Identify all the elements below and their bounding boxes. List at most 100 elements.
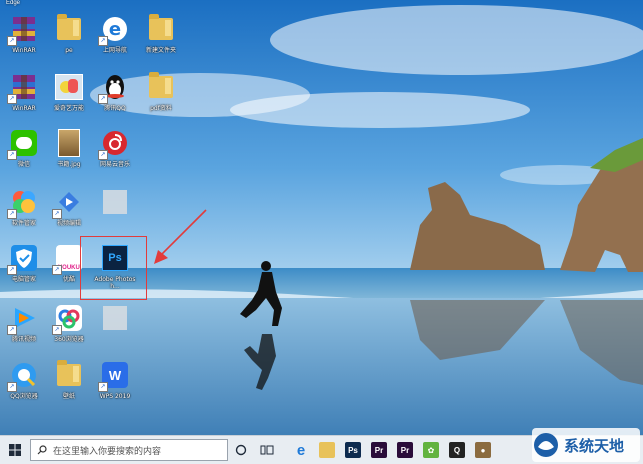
icon-folder-1[interactable]: pe — [47, 14, 91, 54]
svg-text:e: e — [109, 19, 121, 40]
watermark-logo: 系统天地 — [532, 428, 640, 462]
icon-folder-2[interactable]: 新建文件夹 — [139, 14, 183, 54]
shortcut-arrow-icon: ↗ — [7, 325, 17, 335]
folder-icon — [149, 72, 173, 98]
icon-label: 壁纸 — [62, 393, 75, 400]
icon-tile: ↗ — [98, 128, 130, 160]
shortcut-arrow-icon: ↗ — [52, 325, 62, 335]
watermark-text: 系统天地 — [564, 436, 625, 455]
icon-tile: ↗ — [52, 303, 84, 335]
icon-tencent-video[interactable]: ↗ 腾讯视频 — [2, 303, 46, 343]
taskbar-qq[interactable]: Q — [444, 436, 470, 464]
icon-netease-music[interactable]: ↗ 网易云音乐 — [93, 128, 137, 168]
icon-ie[interactable]: e ↗ 上网导航 — [93, 14, 137, 54]
icon-label: 书籍.jpg — [57, 161, 81, 168]
icon-tile: ↗ — [7, 128, 39, 160]
taskbar-avatar[interactable]: ● — [470, 436, 496, 464]
icon-tile: ↗ — [7, 243, 39, 275]
icon-label: 360浏览器 — [54, 336, 84, 343]
shortcut-arrow-icon: ↗ — [7, 265, 17, 275]
icon-label: pe — [65, 47, 73, 54]
search-box[interactable]: 在这里输入你要搜索的内容 — [30, 439, 228, 461]
taskbar-ps[interactable]: Ps — [340, 436, 366, 464]
taskbar-pr-2[interactable]: Pr — [392, 436, 418, 464]
icon-tile — [100, 303, 130, 333]
icon-360[interactable]: ↗ 360浏览器 — [47, 303, 91, 343]
icon-tile: ↗ — [7, 72, 39, 104]
icon-tile: ↗ — [7, 303, 39, 335]
taskbar-leaf-icon: ✿ — [423, 442, 439, 458]
icon-label: 爱奇艺万能 — [53, 105, 84, 112]
circle-icon — [235, 444, 247, 456]
start-button[interactable] — [0, 436, 30, 464]
icon-tile: e ↗ — [98, 14, 130, 46]
shortcut-arrow-icon: ↗ — [7, 150, 17, 160]
watermark-icon — [534, 433, 558, 457]
taskbar-edge[interactable]: e — [288, 436, 314, 464]
icon-label: 腾讯视频 — [11, 336, 36, 343]
icon-label: 软件管家 — [11, 220, 36, 227]
book-image-icon — [58, 129, 80, 157]
taskbar-pr-2-icon: Pr — [397, 442, 413, 458]
icon-video-app[interactable]: ↗ 视频编辑 — [47, 187, 91, 227]
icon-wps[interactable]: W ↗ WPS 2019 — [93, 360, 137, 400]
shortcut-arrow-icon: ↗ — [98, 382, 108, 392]
icon-tile: ↗ — [52, 187, 84, 219]
icon-pokemon[interactable]: 爱奇艺万能 — [47, 72, 91, 112]
icon-security[interactable]: ↗ 电脑管家 — [2, 243, 46, 283]
shortcut-arrow-icon: ↗ — [7, 209, 17, 219]
taskbar-leaf[interactable]: ✿ — [418, 436, 444, 464]
task-switch-button[interactable] — [254, 436, 280, 464]
icon-label: WinRAR — [12, 47, 36, 54]
icon-tile: ↗ — [98, 72, 130, 104]
icon-book-image[interactable]: 书籍.jpg — [47, 128, 91, 168]
taskbar-edge-icon: e — [296, 441, 306, 459]
icon-tile — [54, 360, 84, 390]
icon-tile: ↗ — [7, 187, 39, 219]
shortcut-arrow-icon: ↗ — [7, 382, 17, 392]
folder-icon — [57, 360, 81, 386]
icon-winrar[interactable]: ↗ WinRAR — [2, 14, 46, 54]
icon-tile: ↗ — [7, 360, 39, 392]
icon-pdf-folder[interactable]: pdf资料 — [139, 72, 183, 112]
icon-tile — [100, 187, 130, 217]
arrow-annotation — [154, 209, 207, 264]
icon-browser-q[interactable]: ↗ QQ浏览器 — [2, 360, 46, 400]
pokemon-image-icon — [55, 74, 83, 100]
icon-colorful[interactable]: ↗ 软件管家 — [2, 187, 46, 227]
icon-label: QQ浏览器 — [10, 393, 38, 400]
shortcut-arrow-icon: ↗ — [52, 209, 62, 219]
icon-label: WinRAR — [12, 105, 36, 112]
desktop[interactable]: Edge ↗ WinRAR pe e ↗ 上网导航 新建文件夹 ↗ WinRAR 爱奇艺万能 ↗ 腾讯… — [0, 0, 643, 436]
icon-qq[interactable]: ↗ 腾讯QQ — [93, 72, 137, 112]
search-placeholder: 在这里输入你要搜索的内容 — [53, 445, 162, 456]
task-view-button[interactable] — [228, 436, 254, 464]
icon-label: 新建文件夹 — [145, 47, 176, 54]
taskbar-avatar-icon: ● — [475, 442, 491, 458]
icon-tile — [146, 72, 176, 102]
icon-tile — [146, 14, 176, 44]
icon-label: 微信 — [17, 161, 30, 168]
shortcut-arrow-icon: ↗ — [98, 150, 108, 160]
selection-highlight — [80, 236, 147, 300]
icon-blurred[interactable] — [93, 187, 137, 220]
icon-blurred-2[interactable] — [93, 303, 137, 336]
shortcut-arrow-icon: ↗ — [7, 94, 17, 104]
desktop-top-label: Edge — [6, 0, 21, 6]
folder-icon — [57, 14, 81, 40]
icon-label: WPS 2019 — [99, 393, 131, 400]
taskbar-qq-icon: Q — [449, 442, 465, 458]
icon-winrar-2[interactable]: ↗ WinRAR — [2, 72, 46, 112]
blurred-icon — [103, 190, 127, 214]
taskbar-pr[interactable]: Pr — [366, 436, 392, 464]
windows-icon — [9, 444, 21, 456]
folder-icon — [149, 14, 173, 40]
taskbar-ps-icon: Ps — [345, 442, 361, 458]
icon-label: pdf资料 — [150, 105, 172, 112]
taskbar-folder-icon — [319, 442, 335, 458]
icon-folder-3[interactable]: 壁纸 — [47, 360, 91, 400]
taskbar-folder[interactable] — [314, 436, 340, 464]
icon-wechat[interactable]: ↗ 微信 — [2, 128, 46, 168]
icon-label: 电脑管家 — [11, 276, 36, 283]
icon-label: 上网导航 — [102, 47, 127, 54]
